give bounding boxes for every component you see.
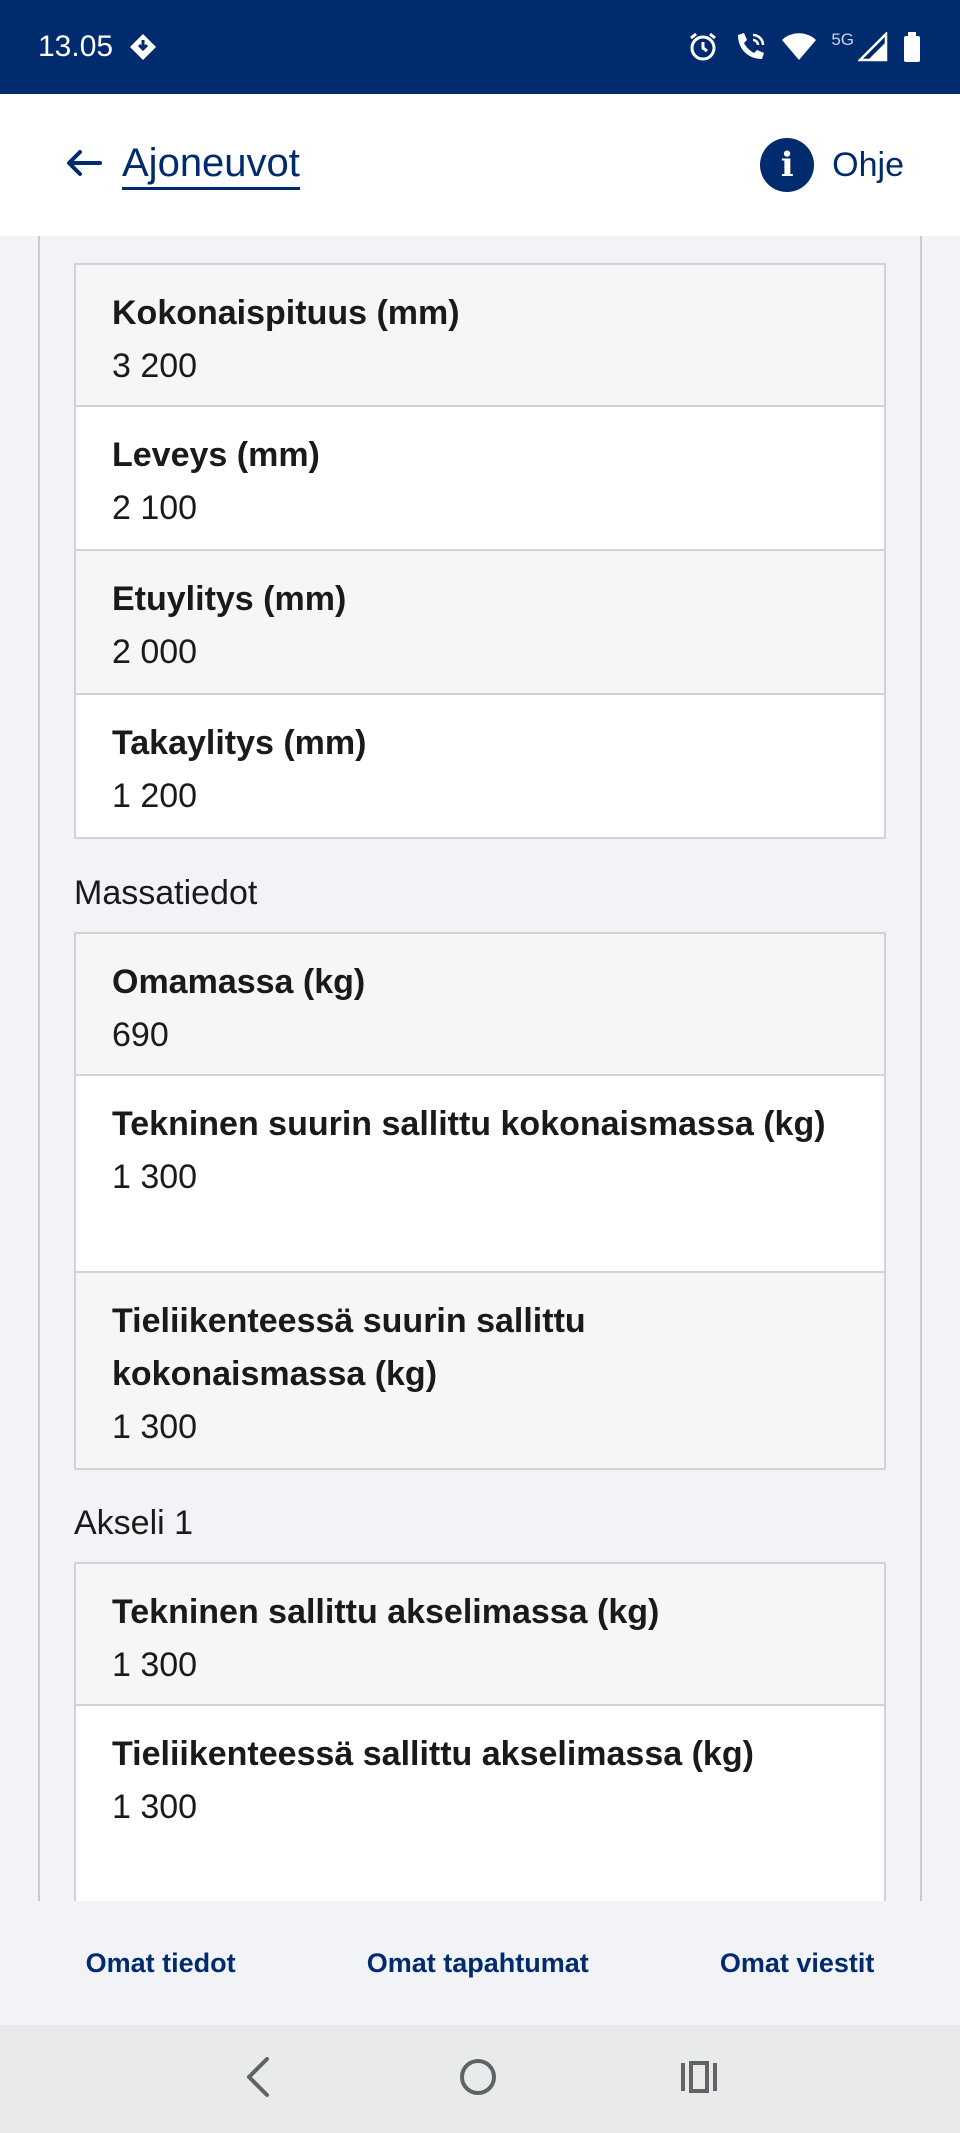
- system-home-icon[interactable]: [458, 2057, 498, 2102]
- detail-label: Omamassa (kg): [112, 963, 366, 1001]
- detail-row: Omamassa (kg) 690: [74, 932, 886, 1076]
- detail-row: Tieliikenteessä suurin sallittu kokonais…: [74, 1273, 886, 1470]
- section-title-axle: Akseli 1: [74, 1504, 194, 1542]
- network-type-label: 5G: [831, 30, 854, 49]
- detail-label: Tieliikenteessä sallittu akselimassa (kg…: [112, 1735, 754, 1773]
- detail-value: 1 200: [112, 777, 198, 815]
- status-right: 5G: [687, 30, 922, 63]
- detail-row: Takaylitys (mm) 1 200: [74, 695, 886, 839]
- detail-value: 2 100: [112, 489, 198, 527]
- detail-value: 1 300: [112, 1408, 198, 1446]
- dimensions-list: Kokonaispituus (mm) 3 200 Leveys (mm) 2 …: [74, 263, 886, 839]
- detail-label: Tieliikenteessä suurin sallittu kokonais…: [112, 1302, 586, 1393]
- system-recents-icon[interactable]: [679, 2059, 719, 2100]
- detail-row: Kokonaispituus (mm) 3 200: [74, 263, 886, 407]
- detail-label: Tekninen suurin sallittu kokonaismassa (…: [112, 1105, 826, 1143]
- system-back-icon[interactable]: [241, 2055, 277, 2104]
- alarm-icon: [687, 31, 719, 63]
- mass-list: Omamassa (kg) 690 Tekninen suurin sallit…: [74, 932, 886, 1470]
- wifi-calling-icon: [733, 31, 767, 63]
- status-left: 13.05: [38, 30, 159, 64]
- detail-label: Leveys (mm): [112, 436, 320, 474]
- detail-value: 1 300: [112, 1646, 198, 1684]
- status-bar: 13.05 5G: [0, 0, 960, 94]
- section-title-mass: Massatiedot: [74, 874, 258, 912]
- vehicle-details-content[interactable]: Kokonaispituus (mm) 3 200 Leveys (mm) 2 …: [0, 236, 960, 1901]
- nav-item-omat-viestit[interactable]: Omat viestit: [720, 1948, 875, 1979]
- bottom-nav: Omat tiedot Omat tapahtumat Omat viestit: [0, 1901, 960, 2025]
- detail-value: 690: [112, 1016, 169, 1054]
- axle-list: Tekninen sallittu akselimassa (kg) 1 300…: [74, 1562, 886, 1901]
- help-label: Ohje: [832, 145, 904, 184]
- back-button[interactable]: Ajoneuvot: [64, 141, 300, 190]
- nav-item-omat-tiedot[interactable]: Omat tiedot: [86, 1948, 236, 1979]
- signal-icon: [858, 32, 888, 62]
- detail-label: Takaylitys (mm): [112, 724, 367, 762]
- system-nav-bar: [0, 2025, 960, 2133]
- app-notification-icon: [127, 31, 159, 63]
- detail-label: Kokonaispituus (mm): [112, 294, 460, 332]
- battery-icon: [902, 31, 922, 63]
- detail-label: Tekninen sallittu akselimassa (kg): [112, 1593, 660, 1631]
- detail-row: Leveys (mm) 2 100: [74, 407, 886, 551]
- arrow-left-icon: [64, 147, 104, 184]
- detail-value: 2 000: [112, 633, 198, 671]
- status-time: 13.05: [38, 30, 114, 63]
- wifi-icon: [781, 32, 817, 62]
- detail-row: Tekninen sallittu akselimassa (kg) 1 300: [74, 1562, 886, 1706]
- detail-row: Tekninen suurin sallittu kokonaismassa (…: [74, 1076, 886, 1273]
- help-button[interactable]: i Ohje: [760, 138, 904, 192]
- info-icon: i: [760, 138, 815, 192]
- detail-row: Tieliikenteessä sallittu akselimassa (kg…: [74, 1706, 886, 1901]
- detail-label: Etuylitys (mm): [112, 580, 347, 618]
- nav-item-omat-tapahtumat[interactable]: Omat tapahtumat: [367, 1948, 589, 1979]
- detail-value: 3 200: [112, 347, 198, 385]
- back-label: Ajoneuvot: [122, 141, 300, 190]
- detail-row: Etuylitys (mm) 2 000: [74, 551, 886, 695]
- detail-value: 1 300: [112, 1788, 198, 1826]
- app-header: Ajoneuvot i Ohje: [0, 94, 960, 236]
- detail-value: 1 300: [112, 1158, 198, 1196]
